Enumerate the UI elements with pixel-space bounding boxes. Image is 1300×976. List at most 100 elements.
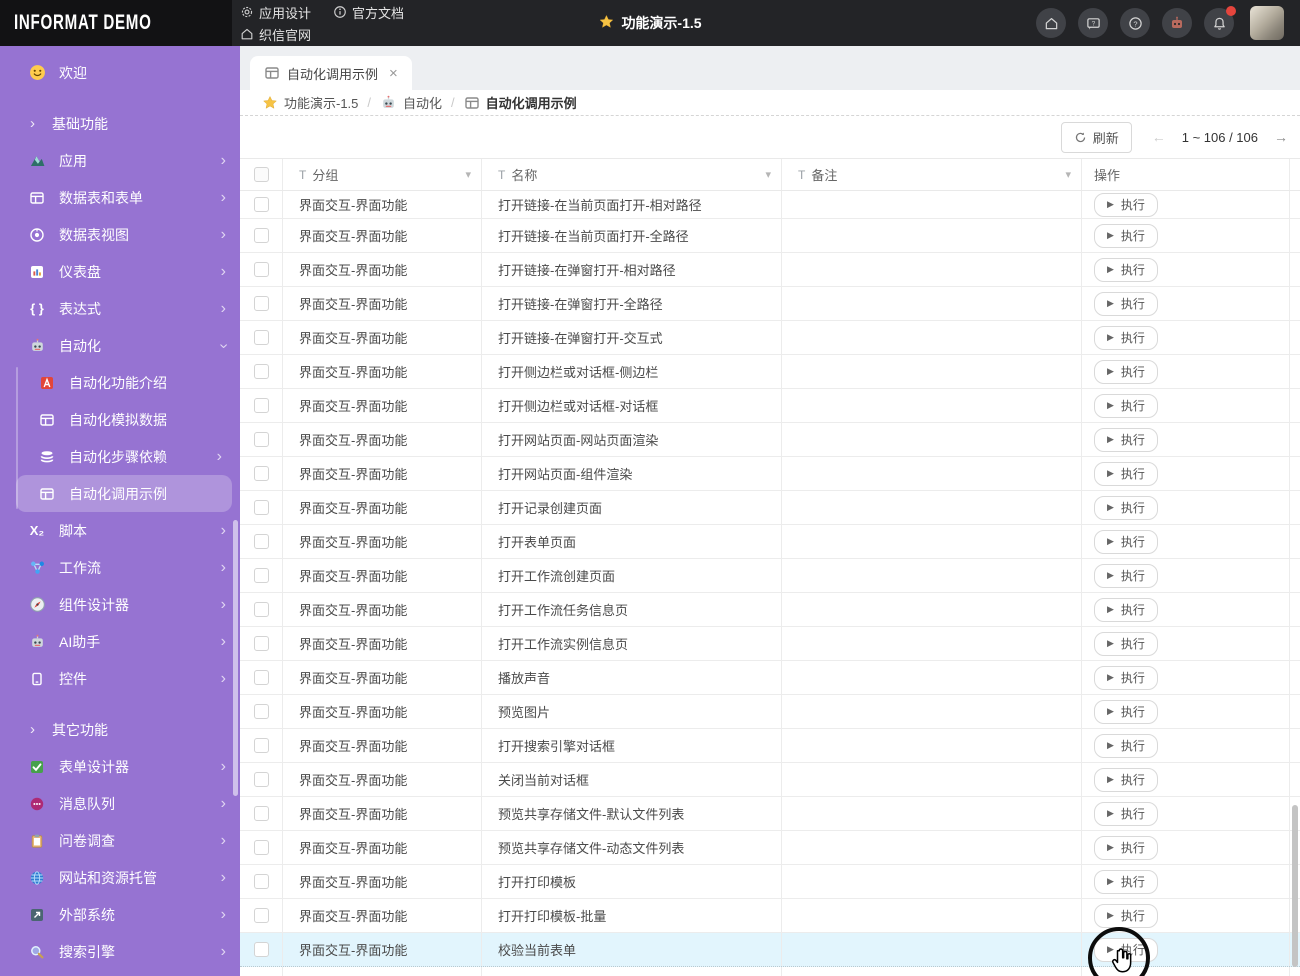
sidebar-item-AI助手[interactable]: AI助手 › <box>0 623 240 660</box>
execute-button[interactable]: ▶ 执行 <box>1094 767 1158 792</box>
row-checkbox[interactable] <box>253 500 269 515</box>
table-row[interactable]: 界面交互-界面功能 关闭当前对话框 ▶ 执行 <box>240 763 1300 797</box>
column-header-名称[interactable]: T 名称 ▾ <box>482 159 782 190</box>
table-row[interactable]: 界面交互-界面功能 打开打印模板-批量 ▶ 执行 <box>240 899 1300 933</box>
row-checkbox[interactable] <box>253 398 269 413</box>
sidebar-scrollbar[interactable] <box>233 520 238 796</box>
table-row[interactable]: 界面交互-界面功能 打开工作流创建页面 ▶ 执行 <box>240 559 1300 593</box>
row-checkbox[interactable] <box>253 330 269 345</box>
sidebar-section-基础功能[interactable]: › 基础功能 <box>0 105 240 142</box>
next-page-icon[interactable]: → <box>1274 129 1288 145</box>
sidebar-item-应用[interactable]: 应用 › <box>0 142 240 179</box>
sidebar-item-欢迎[interactable]: 欢迎 <box>0 54 240 91</box>
breadcrumb-item-自动化调用示例[interactable]: 自动化调用示例 <box>464 93 577 112</box>
row-checkbox[interactable] <box>253 364 269 379</box>
sidebar-item-数据表视图[interactable]: 数据表视图 › <box>0 216 240 253</box>
avatar[interactable] <box>1250 6 1284 40</box>
execute-button[interactable]: ▶ 执行 <box>1094 223 1158 248</box>
sidebar-item-数据表和表单[interactable]: 数据表和表单 › <box>0 179 240 216</box>
sidebar-item-控件[interactable]: 控件 › <box>0 660 240 697</box>
execute-button[interactable]: ▶ 执行 <box>1094 733 1158 758</box>
breadcrumb-item-自动化[interactable]: 自动化 <box>380 93 442 112</box>
execute-button[interactable]: ▶ 执行 <box>1094 359 1158 384</box>
execute-button[interactable]: ▶ 执行 <box>1094 393 1158 418</box>
topnav-zhixin-site[interactable]: 织信官网 <box>240 24 311 45</box>
execute-button[interactable]: ▶ 执行 <box>1094 291 1158 316</box>
topnav-official-docs[interactable]: 官方文档 <box>333 2 404 23</box>
execute-button[interactable]: ▶ 执行 <box>1094 631 1158 656</box>
execute-button[interactable]: ▶ 执行 <box>1094 461 1158 486</box>
execute-button[interactable]: ▶ 执行 <box>1094 597 1158 622</box>
row-checkbox[interactable] <box>253 874 269 889</box>
sidebar-item-表达式[interactable]: { } 表达式 › <box>0 290 240 327</box>
table-row[interactable]: 界面交互-界面功能 打开记录创建页面 ▶ 执行 <box>240 491 1300 525</box>
row-checkbox[interactable] <box>253 772 269 787</box>
execute-button[interactable]: ▶ 执行 <box>1094 903 1158 928</box>
table-row[interactable]: 界面交互-界面功能 打开侧边栏或对话框-对话框 ▶ 执行 <box>240 389 1300 423</box>
table-row[interactable]: 界面交互-界面功能 打开工作流任务信息页 ▶ 执行 <box>240 593 1300 627</box>
execute-button[interactable]: ▶ 执行 <box>1094 257 1158 282</box>
sidebar-item-工作流[interactable]: 工作流 › <box>0 549 240 586</box>
select-all-checkbox[interactable] <box>253 167 269 182</box>
row-checkbox[interactable] <box>253 704 269 719</box>
sidebar-item-表单设计器[interactable]: 表单设计器 › <box>0 748 240 785</box>
tab-automation-examples[interactable]: 自动化调用示例 × <box>250 56 412 90</box>
sidebar-item-消息队列[interactable]: 消息队列 › <box>0 785 240 822</box>
table-scrollbar[interactable] <box>1292 805 1298 967</box>
sidebar-subitem-自动化功能介绍[interactable]: 自动化功能介绍 <box>16 364 232 401</box>
table-row[interactable]: 界面交互-界面功能 打开搜索引擎对话框 ▶ 执行 <box>240 729 1300 763</box>
feedback-button[interactable]: ? <box>1078 8 1108 38</box>
sidebar-item-脚本[interactable]: X₂ 脚本 › <box>0 512 240 549</box>
row-checkbox[interactable] <box>253 262 269 277</box>
execute-button[interactable]: ▶ 执行 <box>1094 665 1158 690</box>
column-header-分组[interactable]: T 分组 ▾ <box>283 159 482 190</box>
table-row[interactable]: 界面交互-界面功能 打开侧边栏或对话框-侧边栏 ▶ 执行 <box>240 355 1300 389</box>
table-row[interactable]: 界面交互-界面功能 预览共享存储文件-动态文件列表 ▶ 执行 <box>240 831 1300 865</box>
table-row[interactable]: 界面交互-界面功能 预览共享存储文件-默认文件列表 ▶ 执行 <box>240 797 1300 831</box>
sidebar-item-组件设计器[interactable]: 组件设计器 › <box>0 586 240 623</box>
row-checkbox[interactable] <box>253 806 269 821</box>
execute-button[interactable]: ▶ 执行 <box>1094 529 1158 554</box>
row-checkbox[interactable] <box>253 738 269 753</box>
table-row[interactable]: 界面交互-界面功能 打开工作流实例信息页 ▶ 执行 <box>240 627 1300 661</box>
table-row[interactable]: 界面交互-界面功能 播放声音 ▶ 执行 <box>240 661 1300 695</box>
table-row[interactable]: 界面交互-界面功能 打开链接-在当前页面打开-相对路径 ▶ 执行 <box>240 191 1300 219</box>
sidebar-item-自动化[interactable]: 自动化 › <box>0 327 240 364</box>
notifications-button[interactable] <box>1204 6 1236 38</box>
row-checkbox[interactable] <box>253 908 269 923</box>
execute-button[interactable]: ▶ 执行 <box>1094 835 1158 860</box>
column-header-备注[interactable]: T 备注 ▾ <box>782 159 1082 190</box>
row-checkbox[interactable] <box>253 670 269 685</box>
table-row[interactable]: 界面交互-界面功能 预览图片 ▶ 执行 <box>240 695 1300 729</box>
sidebar-item-网站和资源托管[interactable]: 网站和资源托管 › <box>0 859 240 896</box>
row-checkbox[interactable] <box>253 466 269 481</box>
column-header-操作[interactable]: 操作 <box>1082 159 1290 190</box>
sidebar-subitem-自动化步骤依赖[interactable]: 自动化步骤依赖 › <box>16 438 232 475</box>
table-row[interactable]: 界面交互-界面功能 打开表单页面 ▶ 执行 <box>240 525 1300 559</box>
execute-button[interactable]: ▶ 执行 <box>1094 869 1158 894</box>
row-checkbox[interactable] <box>253 228 269 243</box>
row-checkbox[interactable] <box>253 296 269 311</box>
table-row[interactable]: 界面交互-界面功能 打开链接-在当前页面打开-全路径 ▶ 执行 <box>240 219 1300 253</box>
column-dropdown-icon[interactable]: ▾ <box>465 168 471 181</box>
sidebar-subitem-自动化调用示例[interactable]: 自动化调用示例 <box>16 475 232 512</box>
row-checkbox[interactable] <box>253 636 269 651</box>
table-row[interactable]: 界面交互-界面功能 打开网站页面-网站页面渲染 ▶ 执行 <box>240 423 1300 457</box>
breadcrumb-item-功能演示-1.5[interactable]: 功能演示-1.5 <box>262 93 358 112</box>
topnav-app-design[interactable]: 应用设计 <box>240 2 311 23</box>
app-logo[interactable]: INFORMAT DEMO <box>14 11 152 35</box>
column-dropdown-icon[interactable]: ▾ <box>765 168 771 181</box>
execute-button[interactable]: ▶ 执行 <box>1094 801 1158 826</box>
table-row[interactable]: 界面交互-界面功能 打开链接-在弹窗打开-交互式 ▶ 执行 <box>240 321 1300 355</box>
table-row[interactable]: 界面交互-界面功能 打开打印模板 ▶ 执行 <box>240 865 1300 899</box>
sidebar-item-外部系统[interactable]: 外部系统 › <box>0 896 240 933</box>
table-row[interactable]: 界面交互-界面功能 打开网站页面-组件渲染 ▶ 执行 <box>240 457 1300 491</box>
row-checkbox[interactable] <box>253 568 269 583</box>
execute-button[interactable]: ▶ 执行 <box>1094 563 1158 588</box>
sidebar-section-其它功能[interactable]: › 其它功能 <box>0 711 240 748</box>
assistant-button[interactable] <box>1162 8 1192 38</box>
help-button[interactable]: ? <box>1120 8 1150 38</box>
sidebar-item-搜索引擎[interactable]: 搜索引擎 › <box>0 933 240 970</box>
execute-button[interactable]: ▶ 执行 <box>1094 325 1158 350</box>
table-row[interactable]: 界面交互-界面功能 打开链接-在弹窗打开-相对路径 ▶ 执行 <box>240 253 1300 287</box>
